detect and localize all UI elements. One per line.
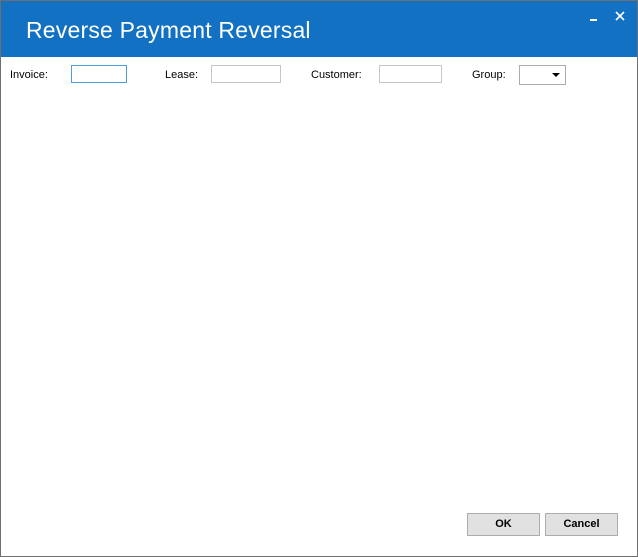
cancel-button[interactable]: Cancel <box>545 513 618 536</box>
group-select[interactable] <box>519 65 566 85</box>
dialog-window: Reverse Payment Reversal Invoice: Lease:… <box>0 0 638 557</box>
customer-label: Customer: <box>311 69 362 81</box>
title-bar: Reverse Payment Reversal <box>1 1 637 57</box>
results-area <box>1 93 637 503</box>
invoice-label: Invoice: <box>10 69 48 81</box>
close-button[interactable] <box>612 9 628 25</box>
ok-button[interactable]: OK <box>467 513 540 536</box>
minimize-icon <box>590 19 597 21</box>
lease-input[interactable] <box>211 65 281 83</box>
dialog-title: Reverse Payment Reversal <box>26 17 311 43</box>
group-label: Group: <box>472 69 506 81</box>
customer-input[interactable] <box>379 65 442 83</box>
minimize-button[interactable] <box>586 9 602 25</box>
invoice-input[interactable] <box>71 65 127 83</box>
dropdown-arrow-icon <box>552 73 560 77</box>
close-icon <box>615 11 625 21</box>
lease-label: Lease: <box>165 69 199 81</box>
